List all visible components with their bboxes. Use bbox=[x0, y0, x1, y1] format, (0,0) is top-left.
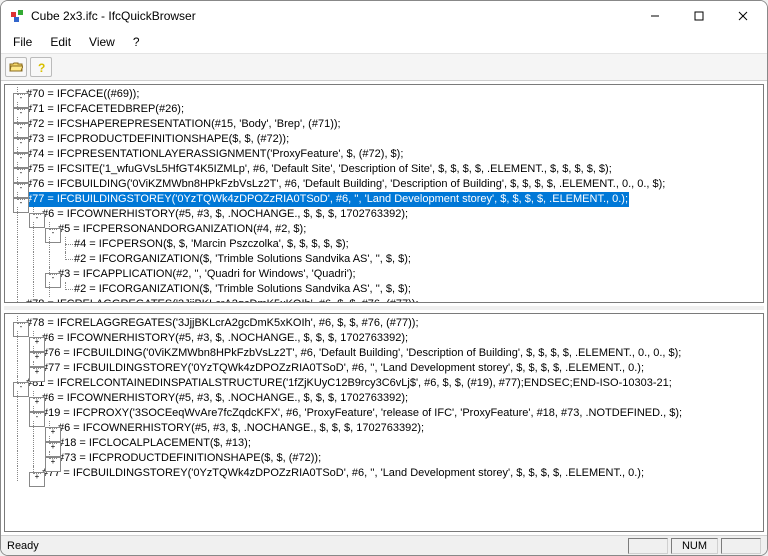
help-button[interactable]: ? bbox=[30, 57, 52, 77]
tree-row[interactable]: #2 = IFCORGANIZATION($, 'Trimble Solutio… bbox=[5, 252, 763, 267]
tree-row[interactable]: -#73 = IFCPRODUCTDEFINITIONSHAPE($, $, (… bbox=[5, 132, 763, 147]
app-icon bbox=[9, 8, 25, 24]
expand-icon[interactable]: + bbox=[29, 367, 45, 382]
expand-icon[interactable]: + bbox=[29, 472, 45, 487]
folder-open-icon bbox=[9, 61, 23, 73]
window-buttons bbox=[633, 2, 765, 30]
tree-row-text: #76 = IFCBUILDING('0ViKZMWbn8HPkFzbVsLz2… bbox=[41, 346, 682, 361]
tree-row-text: #19 = IFCPROXY('3SOCEeqWvAre7fcZqdcKFX',… bbox=[41, 406, 683, 421]
tree-row[interactable]: -#78 = IFCRELAGGREGATES('3JjjBKLcrA2gcDm… bbox=[5, 297, 763, 303]
status-cell-3 bbox=[721, 538, 761, 554]
tree-row[interactable]: -#6 = IFCOWNERHISTORY(#5, #3, $, .NOCHAN… bbox=[5, 207, 763, 222]
open-button[interactable] bbox=[5, 57, 27, 77]
tree-row-text: #73 = IFCPRODUCTDEFINITIONSHAPE($, $, (#… bbox=[25, 132, 290, 147]
tree-row[interactable]: +#73 = IFCPRODUCTDEFINITIONSHAPE($, $, (… bbox=[5, 451, 763, 466]
window-title: Cube 2x3.ifc - IfcQuickBrowser bbox=[31, 9, 633, 23]
tree-row[interactable]: -#72 = IFCSHAPEREPRESENTATION(#15, 'Body… bbox=[5, 117, 763, 132]
expand-icon[interactable]: + bbox=[45, 457, 61, 472]
tree-row-text: #2 = IFCORGANIZATION($, 'Trimble Solutio… bbox=[73, 282, 412, 297]
menubar: File Edit View ? bbox=[1, 31, 767, 53]
tree-row[interactable]: -#81 = IFCRELCONTAINEDINSPATIALSTRUCTURE… bbox=[5, 376, 763, 391]
toolbar: ? bbox=[1, 53, 767, 81]
tree-row[interactable]: +#6 = IFCOWNERHISTORY(#5, #3, $, .NOCHAN… bbox=[5, 421, 763, 436]
tree-row-text: #71 = IFCFACETEDBREP(#26); bbox=[25, 102, 185, 117]
tree-row-text: #6 = IFCOWNERHISTORY(#5, #3, $, .NOCHANG… bbox=[57, 421, 425, 436]
menu-help[interactable]: ? bbox=[125, 33, 148, 51]
tree-row[interactable]: #2 = IFCORGANIZATION($, 'Trimble Solutio… bbox=[5, 282, 763, 297]
menu-view[interactable]: View bbox=[81, 33, 123, 51]
tree-row[interactable]: -#77 = IFCBUILDINGSTOREY('0YzTQWk4zDPOZz… bbox=[5, 192, 763, 207]
content-area: -#70 = IFCFACE((#69));-#71 = IFCFACETEDB… bbox=[1, 81, 767, 535]
tree-row-text: #6 = IFCOWNERHISTORY(#5, #3, $, .NOCHANG… bbox=[41, 207, 409, 222]
tree-row[interactable]: -#78 = IFCRELAGGREGATES('3JjjBKLcrA2gcDm… bbox=[5, 316, 763, 331]
minimize-button[interactable] bbox=[633, 2, 677, 30]
tree-row-text: #3 = IFCAPPLICATION(#2, '', 'Quadri for … bbox=[57, 267, 357, 282]
tree-row-text: #73 = IFCPRODUCTDEFINITIONSHAPE($, $, (#… bbox=[57, 451, 322, 466]
menu-file[interactable]: File bbox=[5, 33, 40, 51]
tree-row-text: #6 = IFCOWNERHISTORY(#5, #3, $, .NOCHANG… bbox=[41, 331, 409, 346]
tree-row[interactable]: -#75 = IFCSITE('1_wfuGVsL5HfGT4K5IZMLp',… bbox=[5, 162, 763, 177]
tree-row[interactable]: #4 = IFCPERSON($, $, 'Marcin Pszczolka',… bbox=[5, 237, 763, 252]
horizontal-splitter[interactable] bbox=[4, 306, 764, 310]
maximize-button[interactable] bbox=[677, 2, 721, 30]
tree-row-text: #81 = IFCRELCONTAINEDINSPATIALSTRUCTURE(… bbox=[25, 376, 673, 391]
tree-row[interactable]: +#18 = IFCLOCALPLACEMENT($, #13); bbox=[5, 436, 763, 451]
tree-row[interactable]: -#74 = IFCPRESENTATIONLAYERASSIGNMENT('P… bbox=[5, 147, 763, 162]
tree-row[interactable]: +#76 = IFCBUILDING('0ViKZMWbn8HPkFzbVsLz… bbox=[5, 346, 763, 361]
close-button[interactable] bbox=[721, 2, 765, 30]
tree-row-text: #4 = IFCPERSON($, $, 'Marcin Pszczolka',… bbox=[73, 237, 350, 252]
tree-row-text: #78 = IFCRELAGGREGATES('3JjjBKLcrA2gcDmK… bbox=[25, 316, 420, 331]
status-text: Ready bbox=[7, 540, 39, 552]
tree-row-text: #78 = IFCRELAGGREGATES('3JjjBKLcrA2gcDmK… bbox=[25, 297, 420, 303]
tree-row[interactable]: +#6 = IFCOWNERHISTORY(#5, #3, $, .NOCHAN… bbox=[5, 331, 763, 346]
tree-row[interactable]: -#71 = IFCFACETEDBREP(#26); bbox=[5, 102, 763, 117]
help-icon: ? bbox=[35, 61, 47, 73]
tree-row-text: #75 = IFCSITE('1_wfuGVsL5HfGT4K5IZMLp', … bbox=[25, 162, 613, 177]
titlebar[interactable]: Cube 2x3.ifc - IfcQuickBrowser bbox=[1, 1, 767, 31]
svg-text:?: ? bbox=[38, 61, 45, 73]
menu-edit[interactable]: Edit bbox=[42, 33, 79, 51]
tree-row[interactable]: -#19 = IFCPROXY('3SOCEeqWvAre7fcZqdcKFX'… bbox=[5, 406, 763, 421]
tree-row-text: #5 = IFCPERSONANDORGANIZATION(#4, #2, $)… bbox=[57, 222, 307, 237]
tree-row[interactable]: -#3 = IFCAPPLICATION(#2, '', 'Quadri for… bbox=[5, 267, 763, 282]
tree-row-text: #72 = IFCSHAPEREPRESENTATION(#15, 'Body'… bbox=[25, 117, 342, 132]
tree-row[interactable]: -#5 = IFCPERSONANDORGANIZATION(#4, #2, $… bbox=[5, 222, 763, 237]
tree-row-text: #76 = IFCBUILDING('0ViKZMWbn8HPkFzbVsLz2… bbox=[25, 177, 666, 192]
tree-row[interactable]: +#6 = IFCOWNERHISTORY(#5, #3, $, .NOCHAN… bbox=[5, 391, 763, 406]
tree-row[interactable]: -#70 = IFCFACE((#69)); bbox=[5, 87, 763, 102]
tree-row[interactable]: +#77 = IFCBUILDINGSTOREY('0YzTQWk4zDPOZz… bbox=[5, 361, 763, 376]
tree-pane-top[interactable]: -#70 = IFCFACE((#69));-#71 = IFCFACETEDB… bbox=[4, 84, 764, 303]
tree-row-text: #18 = IFCLOCALPLACEMENT($, #13); bbox=[57, 436, 252, 451]
tree-row-text: #77 = IFCBUILDINGSTOREY('0YzTQWk4zDPOZzR… bbox=[25, 192, 629, 207]
tree-row[interactable]: +#77 = IFCBUILDINGSTOREY('0YzTQWk4zDPOZz… bbox=[5, 466, 763, 481]
tree-row-text: #77 = IFCBUILDINGSTOREY('0YzTQWk4zDPOZzR… bbox=[41, 466, 645, 481]
tree-row-text: #77 = IFCBUILDINGSTOREY('0YzTQWk4zDPOZzR… bbox=[41, 361, 645, 376]
tree-pane-bottom[interactable]: -#78 = IFCRELAGGREGATES('3JjjBKLcrA2gcDm… bbox=[4, 313, 764, 532]
statusbar: Ready NUM bbox=[1, 535, 767, 555]
app-window: Cube 2x3.ifc - IfcQuickBrowser File Edit… bbox=[0, 0, 768, 556]
tree-row-text: #74 = IFCPRESENTATIONLAYERASSIGNMENT('Pr… bbox=[25, 147, 404, 162]
tree-row-text: #2 = IFCORGANIZATION($, 'Trimble Solutio… bbox=[73, 252, 412, 267]
status-num: NUM bbox=[671, 538, 718, 554]
tree-row-text: #6 = IFCOWNERHISTORY(#5, #3, $, .NOCHANG… bbox=[41, 391, 409, 406]
status-cell-1 bbox=[628, 538, 668, 554]
tree-row-text: #70 = IFCFACE((#69)); bbox=[25, 87, 140, 102]
tree-row[interactable]: -#76 = IFCBUILDING('0ViKZMWbn8HPkFzbVsLz… bbox=[5, 177, 763, 192]
